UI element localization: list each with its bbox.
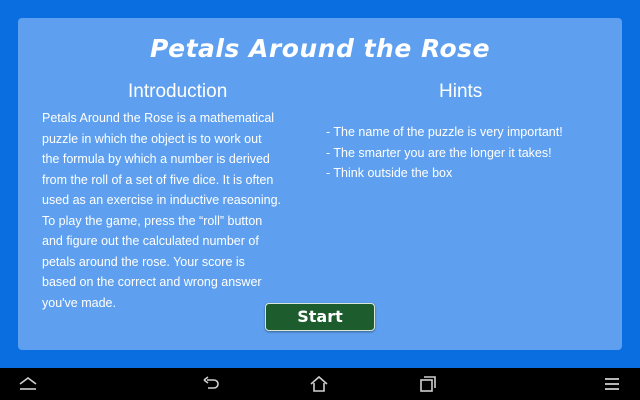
intro-line: puzzle in which the object is to work ou… — [42, 131, 262, 146]
hint-item: - The name of the puzzle is very importa… — [326, 125, 563, 139]
introduction-text: Petals Around the Rose is a mathematical… — [42, 108, 322, 313]
hints-list: - The name of the puzzle is very importa… — [326, 122, 616, 184]
page-title: Petals Around the Rose — [149, 34, 491, 63]
intro-line: from the roll of a set of five dice. It … — [42, 172, 274, 187]
system-navigation-bar — [0, 368, 640, 400]
introduction-heading: Introduction — [128, 81, 228, 102]
intro-line: To play the game, press the “roll” butto… — [42, 213, 263, 228]
intro-line: and figure out the calculated number of — [42, 234, 259, 248]
hints-heading: Hints — [439, 81, 483, 102]
start-button[interactable]: Start — [265, 303, 375, 331]
intro-line: the formula by which a number is derived — [42, 152, 270, 166]
intro-line: used as an exercise in inductive reasoni… — [42, 193, 282, 207]
menu-icon[interactable] — [602, 374, 622, 394]
hint-item: - The smarter you are the longer it take… — [326, 145, 552, 160]
collapse-icon[interactable] — [18, 374, 38, 394]
home-icon[interactable] — [309, 374, 329, 394]
recent-apps-icon[interactable] — [418, 374, 438, 394]
main-panel: Petals Around the Rose Introduction Hint… — [18, 18, 622, 350]
intro-line: petals around the rose. Your score is — [42, 254, 245, 269]
intro-line: based on the correct and wrong answer — [42, 275, 262, 289]
intro-line: Petals Around the Rose is a mathematical — [42, 111, 275, 125]
hint-item: - Think outside the box — [326, 166, 453, 180]
back-icon[interactable] — [201, 374, 221, 394]
